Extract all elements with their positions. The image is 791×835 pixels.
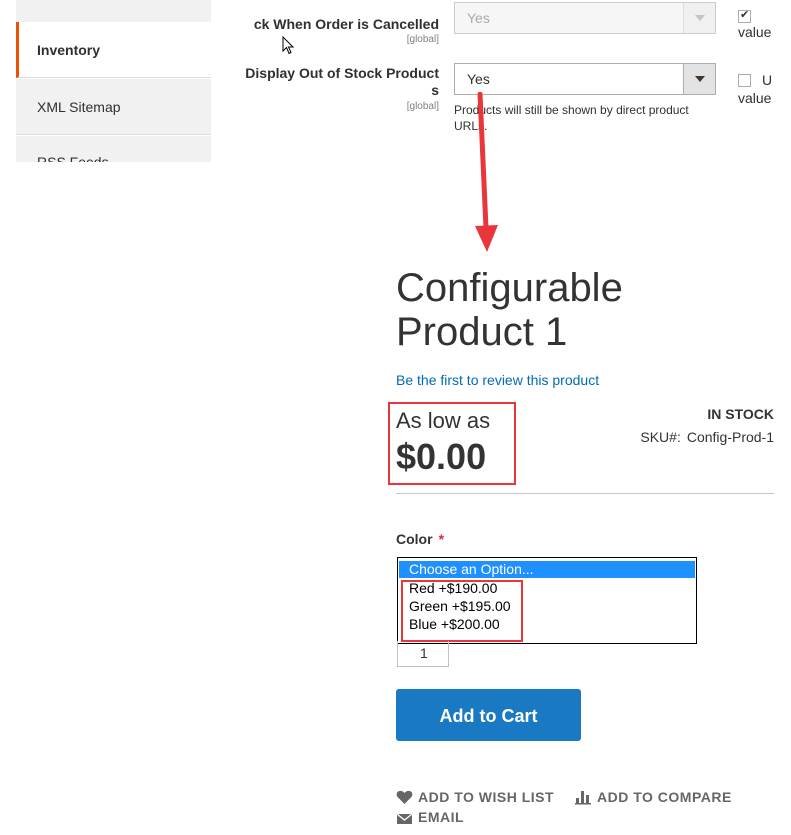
sidebar-item-previous[interactable] (16, 0, 211, 23)
use-system-value-label-1: value (738, 24, 772, 40)
sidebar-item-inventory[interactable]: Inventory (16, 22, 211, 78)
use-system-value-checkbox-1[interactable]: ✔ (738, 9, 751, 23)
required-mark: * (438, 531, 445, 547)
sidebar-item-xml-sitemap[interactable]: XML Sitemap (16, 79, 211, 135)
use-system-value-label-1-top (752, 8, 780, 22)
email-link[interactable]: EMAIL (396, 809, 464, 825)
heart-icon (396, 790, 413, 804)
envelope-icon (396, 813, 413, 824)
as-low-as-label: As low as (396, 408, 491, 433)
color-option-label: Color * (396, 531, 445, 547)
config-label-decrease-stock-cancelled: ck When Order is Cancelled (253, 16, 439, 32)
use-system-value-label-2: value (738, 90, 772, 106)
add-to-wish-list-link[interactable]: ADD TO WISH LIST (396, 789, 554, 805)
add-to-cart-button[interactable]: Add to Cart (396, 689, 581, 741)
config-scope-1: [global] (406, 34, 439, 45)
product-title: Configurable Product 1 (396, 266, 623, 354)
sku-value: Config-Prod-1 (686, 429, 774, 445)
config-select-decrease-stock-cancelled[interactable]: Yes (454, 2, 716, 34)
mouse-cursor-icon (282, 36, 295, 55)
divider (396, 493, 774, 494)
options-highlight-box (401, 580, 523, 642)
add-to-compare-link[interactable]: ADD TO COMPARE (575, 789, 732, 805)
use-system-value-checkbox-2[interactable] (738, 74, 751, 87)
compare-chart-icon (575, 791, 591, 805)
sku-label: SKU#: (640, 429, 681, 445)
red-arrow-annotation (475, 92, 498, 252)
config-label-display-out-of-stock: Display Out of Stock Product s (245, 65, 439, 98)
review-link[interactable]: Be the first to review this product (396, 372, 599, 388)
config-scope-2: [global] (406, 101, 439, 112)
check-icon: ✔ (740, 9, 750, 21)
option-choose[interactable]: Choose an Option... (399, 561, 695, 578)
use-system-value-label-2-top: U (762, 72, 773, 88)
chevron-down-icon (683, 64, 715, 94)
chevron-down-icon (683, 3, 715, 33)
select-value: Yes (467, 71, 490, 87)
sidebar-item-rss-feeds[interactable]: RSS Feeds (16, 136, 211, 162)
stock-status: IN STOCK (707, 406, 774, 422)
config-select-display-out-of-stock[interactable]: Yes (454, 63, 716, 95)
product-price: $0.00 (396, 436, 487, 477)
product-sku: SKU#: Config-Prod-1 (640, 429, 774, 445)
select-value: Yes (467, 10, 490, 26)
admin-config-sidebar: Inventory XML Sitemap RSS Feeds (16, 0, 211, 162)
qty-input[interactable]: 1 (397, 641, 449, 667)
